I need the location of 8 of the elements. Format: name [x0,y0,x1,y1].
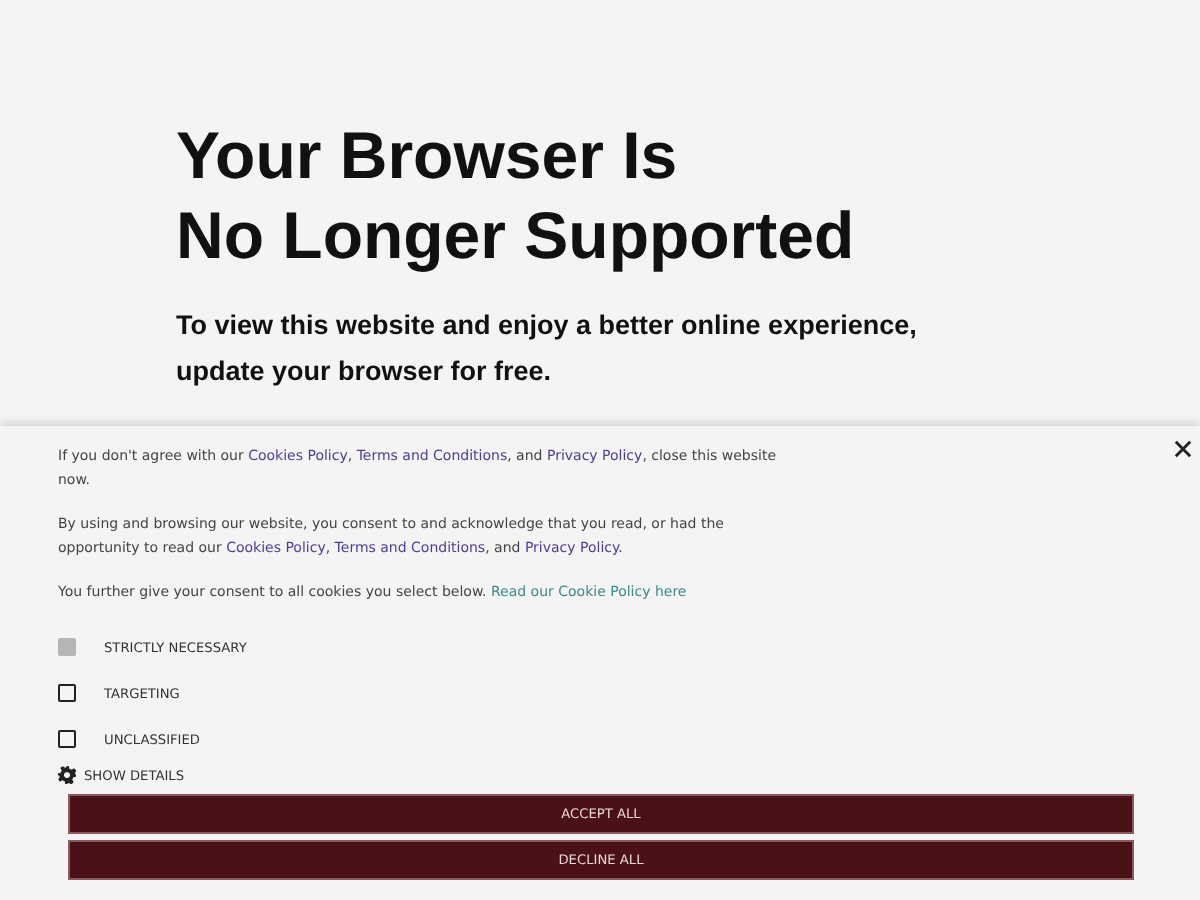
subtitle-text: update your browser for free. [176,354,554,390]
subtitle-text: To view this website and enjoy a better online experience, [176,308,919,344]
close-icon[interactable] [1174,440,1192,458]
checkbox[interactable] [58,684,76,702]
page-heading: No Longer Supported [176,196,857,276]
gear-icon[interactable] [58,766,76,784]
checkbox[interactable] [58,730,76,748]
page-heading: Your Browser Is [176,116,680,196]
